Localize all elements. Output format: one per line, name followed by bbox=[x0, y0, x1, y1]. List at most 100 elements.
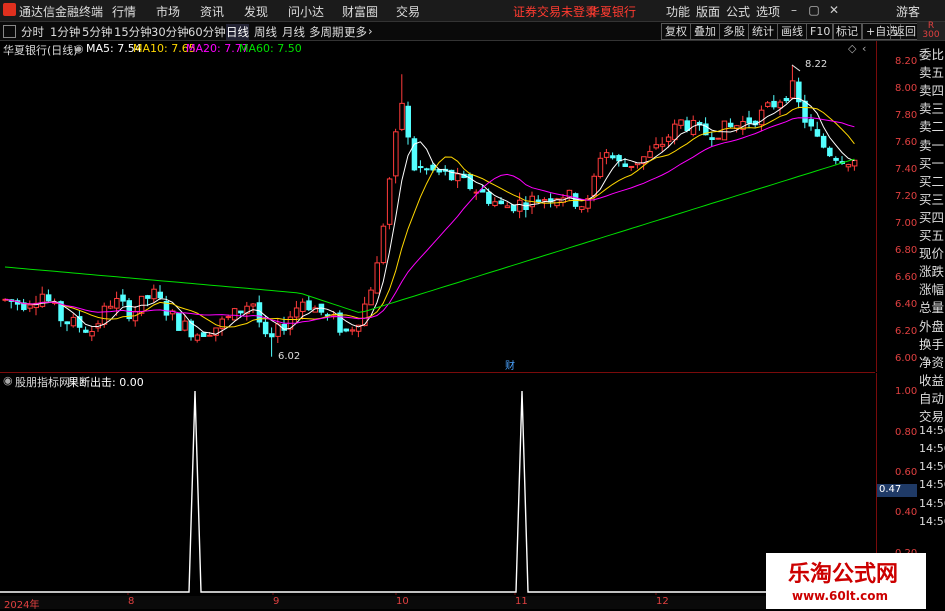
ma60-line bbox=[4, 158, 855, 313]
candle-body bbox=[238, 310, 244, 314]
candle-body bbox=[399, 102, 405, 130]
sidebar-item[interactable]: 买一 bbox=[919, 153, 944, 172]
candle-body bbox=[349, 329, 356, 332]
candle-body bbox=[107, 305, 114, 309]
kline-chart[interactable]: 华夏银行(日线) ◉ MA5: 7.54 MA10: 7.65 MA20: 7.… bbox=[0, 41, 875, 373]
menu-trade[interactable]: 交易 bbox=[396, 3, 420, 20]
menu-formula[interactable]: 公式 bbox=[726, 3, 750, 20]
financial-event-mark[interactable]: 财 bbox=[505, 357, 515, 372]
tab-5min[interactable]: 5分钟 bbox=[82, 24, 112, 40]
sidebar-item[interactable]: 14:56 bbox=[919, 424, 945, 437]
tab-daily[interactable]: 日线 bbox=[226, 24, 249, 40]
sidebar-item[interactable]: 卖三 bbox=[919, 98, 944, 117]
sidebar-item[interactable]: 涨幅 bbox=[919, 279, 944, 298]
sidebar-item[interactable]: 卖四 bbox=[919, 80, 944, 99]
tab-intraday[interactable]: 分时 bbox=[21, 24, 44, 40]
sidebar-item[interactable]: 涨跌 bbox=[919, 261, 944, 280]
candle-body bbox=[83, 329, 89, 333]
button-f10[interactable]: F10 bbox=[806, 23, 835, 40]
tab-multi-period[interactable]: 多周期 bbox=[309, 24, 344, 40]
button-mark[interactable]: 标记 bbox=[832, 23, 862, 40]
sidebar-item[interactable]: 交易 bbox=[919, 406, 944, 425]
sidebar-item[interactable]: 现价 bbox=[919, 243, 944, 262]
button-overlay[interactable]: 叠加 bbox=[690, 23, 720, 40]
tab-more[interactable]: 更多 bbox=[344, 24, 367, 40]
menu-assistant[interactable]: 问小达 bbox=[288, 3, 324, 20]
ma-toggle-icon[interactable]: ◉ bbox=[74, 42, 84, 55]
sidebar-item[interactable]: 卖二 bbox=[919, 116, 944, 135]
tab-monthly[interactable]: 月线 bbox=[282, 24, 305, 40]
sidebar-item[interactable]: 14:56 bbox=[919, 460, 945, 473]
sidebar-item[interactable]: 买五 bbox=[919, 225, 944, 244]
candle-body bbox=[783, 98, 790, 102]
tab-15min[interactable]: 15分钟 bbox=[114, 24, 152, 40]
candle-body bbox=[306, 300, 312, 311]
menu-news[interactable]: 资讯 bbox=[200, 3, 224, 20]
sidebar-tab-r[interactable]: R 300 bbox=[917, 22, 945, 40]
sidebar-item[interactable]: 14:56 bbox=[919, 478, 945, 491]
button-draw[interactable]: 画线 bbox=[777, 23, 807, 40]
sidebar-item[interactable]: 卖五 bbox=[919, 62, 944, 81]
sidebar-item[interactable]: 换手 bbox=[919, 334, 944, 353]
price-tick: 7.20 bbox=[895, 191, 918, 202]
sidebar-item[interactable]: 自动 bbox=[919, 388, 944, 407]
sidebar-item[interactable]: 买四 bbox=[919, 207, 944, 226]
user-label[interactable]: 游客 bbox=[896, 3, 920, 20]
sidebar-item[interactable]: 14:56 bbox=[919, 442, 945, 455]
minimize-icon[interactable]: – bbox=[786, 2, 802, 18]
diamond-icon[interactable]: ◇ bbox=[848, 42, 856, 55]
button-statistics[interactable]: 统计 bbox=[748, 23, 778, 40]
candle-body bbox=[343, 328, 349, 332]
menu-market[interactable]: 市场 bbox=[156, 3, 180, 20]
sidebar-item[interactable]: 总量 bbox=[919, 297, 944, 316]
menu-market-quotes[interactable]: 行情 bbox=[112, 3, 136, 20]
candle-body bbox=[45, 294, 52, 302]
candle-body bbox=[492, 201, 498, 206]
close-icon[interactable]: ✕ bbox=[826, 2, 842, 18]
app-logo-icon bbox=[3, 3, 16, 16]
button-back[interactable]: 返回 bbox=[890, 23, 920, 40]
indicator-name[interactable]: 股朋指标网 bbox=[15, 374, 70, 390]
candle-body bbox=[510, 204, 517, 212]
button-multi-stock[interactable]: 多股 bbox=[719, 23, 749, 40]
sidebar-item[interactable]: 买二 bbox=[919, 171, 944, 190]
price-tick: 7.80 bbox=[895, 110, 918, 121]
candle-body bbox=[610, 155, 616, 159]
menu-options[interactable]: 选项 bbox=[756, 3, 780, 20]
tab-1min[interactable]: 1分钟 bbox=[50, 24, 80, 40]
sidebar-item[interactable]: 卖一 bbox=[919, 135, 944, 154]
price-tick: 7.40 bbox=[895, 164, 918, 175]
button-adjust[interactable]: 复权 bbox=[661, 23, 691, 40]
candle-body bbox=[498, 200, 504, 205]
menu-discover[interactable]: 发现 bbox=[244, 3, 268, 20]
indicator-toggle-icon[interactable]: ◉ bbox=[3, 374, 13, 387]
sidebar-item[interactable]: 净资 bbox=[919, 352, 944, 371]
sidebar-item[interactable]: 14:56 bbox=[919, 497, 945, 510]
sidebar-item[interactable]: 14:56 bbox=[919, 515, 945, 528]
candle-body bbox=[771, 100, 777, 108]
more-chevron-icon[interactable]: › bbox=[368, 24, 373, 38]
tab-weekly[interactable]: 周线 bbox=[254, 24, 277, 40]
menu-wealth[interactable]: 财富圈 bbox=[342, 3, 378, 20]
sidebar-item[interactable]: 买三 bbox=[919, 189, 944, 208]
indicator-panel[interactable]: ◉ 股朋指标网 果断出击: 0.00 bbox=[0, 373, 875, 595]
restore-icon[interactable]: ▢ bbox=[806, 2, 822, 18]
menu-function[interactable]: 功能 bbox=[666, 3, 690, 20]
panel-toggle-icon[interactable] bbox=[3, 25, 16, 38]
indicator-line bbox=[0, 390, 875, 593]
tab-60min[interactable]: 60分钟 bbox=[188, 24, 226, 40]
candle-body bbox=[207, 334, 213, 337]
candle-body bbox=[386, 178, 393, 225]
tab-30min[interactable]: 30分钟 bbox=[151, 24, 189, 40]
login-notice[interactable]: 证券交易未登录 bbox=[513, 3, 597, 20]
collapse-icon[interactable]: ‹ bbox=[862, 42, 866, 55]
sidebar-item[interactable]: 收益 bbox=[919, 370, 944, 389]
menu-layout[interactable]: 版面 bbox=[696, 3, 720, 20]
candle-body bbox=[368, 289, 374, 306]
candle-body bbox=[64, 321, 70, 325]
app-title: 通达信金融终端 bbox=[19, 5, 104, 19]
title-bar: 通达信金融终端 行情 市场 资讯 发现 问小达 财富圈 交易 证券交易未登录 华… bbox=[0, 0, 945, 22]
sidebar-item[interactable]: 委比 bbox=[919, 44, 944, 63]
sidebar-item[interactable]: 外盘 bbox=[919, 316, 944, 335]
high-marker bbox=[791, 64, 801, 72]
